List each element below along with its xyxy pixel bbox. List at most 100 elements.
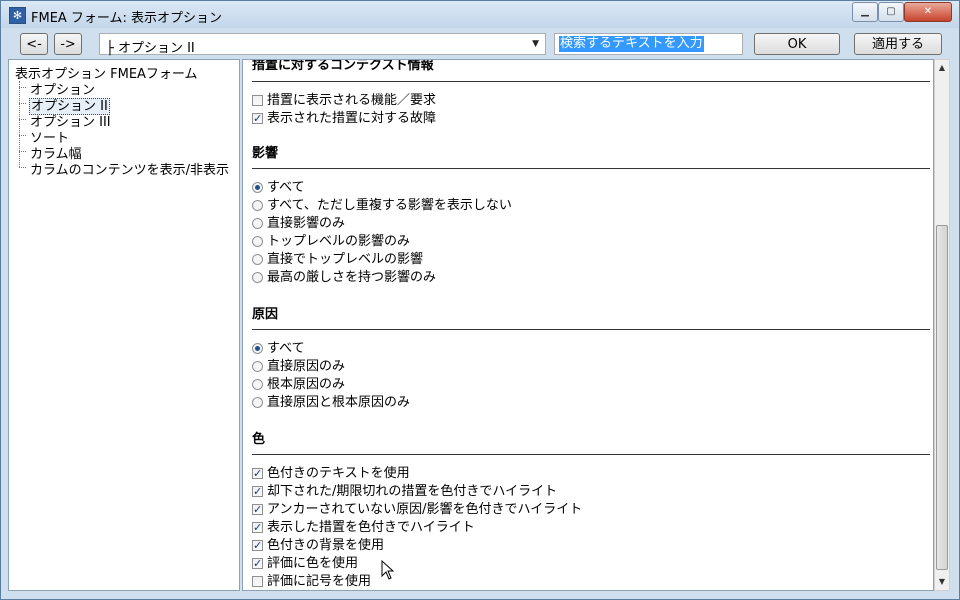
- apply-button[interactable]: 適用する: [854, 33, 942, 55]
- section-divider: [252, 454, 930, 455]
- option-label: すべて: [267, 180, 305, 195]
- section-title-context: 措置に対するコンテクスト情報: [252, 59, 434, 73]
- option-label: 表示された措置に対する故障: [267, 111, 437, 126]
- option-effects-max-severity[interactable]: 最高の厳しさを持つ影響のみ: [252, 269, 436, 287]
- section-title-effects: 影響: [252, 146, 279, 161]
- section-title-causes: 原因: [252, 307, 279, 322]
- option-symbol-ratings[interactable]: 評価に記号を使用: [252, 573, 372, 590]
- search-input[interactable]: 検索するテキストを入力: [554, 33, 743, 55]
- search-input-value: 検索するテキストを入力: [559, 36, 704, 52]
- title-bar: ✻ FMEA フォーム: 表示オプション ▁ ▢ ✕: [1, 1, 959, 28]
- radio-button[interactable]: [252, 272, 263, 283]
- tree-item-label: カラムのコンテンツを表示/非表示: [30, 163, 229, 178]
- tree-connector: [19, 81, 20, 167]
- option-label: 色付きの背景を使用: [267, 538, 385, 553]
- tree-connector: [19, 119, 26, 120]
- option-label: 直接原因のみ: [267, 359, 346, 374]
- section-divider: [252, 81, 930, 82]
- close-icon: ✕: [923, 6, 933, 17]
- scroll-up-icon[interactable]: ▲: [935, 60, 949, 76]
- option-label: 最高の厳しさを持つ影響のみ: [267, 270, 437, 285]
- app-icon: ✻: [9, 7, 26, 24]
- radio-button[interactable]: [252, 361, 263, 372]
- options-tree: 表示オプション FMEAフォーム オプション オプション II オプション II…: [8, 59, 240, 591]
- radio-button[interactable]: [252, 254, 263, 265]
- option-context-failures[interactable]: 表示された措置に対する故障: [252, 110, 436, 128]
- option-color-rejected[interactable]: 却下された/期限切れの措置を色付きでハイライト: [252, 483, 557, 501]
- option-causes-direct[interactable]: 直接原因のみ: [252, 358, 345, 376]
- checkbox[interactable]: [252, 95, 263, 106]
- option-label: 措置に表示される機能／要求: [267, 93, 437, 108]
- radio-button[interactable]: [252, 397, 263, 408]
- section-divider: [252, 168, 930, 169]
- option-label: すべて: [267, 341, 305, 356]
- tree-connector: [19, 151, 26, 152]
- option-label: 評価に記号を使用: [267, 574, 372, 589]
- section-divider: [252, 329, 930, 330]
- option-label: 表示した措置を色付きでハイライト: [267, 520, 475, 535]
- options-panel: 措置に対するコンテクスト情報 措置に表示される機能／要求 表示された措置に対する…: [242, 59, 934, 591]
- option-color-shown-actions[interactable]: 表示した措置を色付きでハイライト: [252, 519, 475, 537]
- option-causes-all[interactable]: すべて: [252, 340, 305, 358]
- option-label: 直接でトップレベルの影響: [267, 252, 424, 267]
- page-combo[interactable]: ├ オプション II ▼: [99, 33, 546, 56]
- option-label: 根本原因のみ: [267, 377, 346, 392]
- radio-button[interactable]: [252, 182, 263, 193]
- checkbox[interactable]: [252, 483, 263, 501]
- option-label: 直接原因と根本原因のみ: [267, 395, 411, 410]
- radio-button[interactable]: [252, 218, 263, 229]
- option-causes-root[interactable]: 根本原因のみ: [252, 376, 345, 394]
- scroll-down-icon[interactable]: ▼: [935, 574, 949, 590]
- option-effects-all[interactable]: すべて: [252, 179, 305, 197]
- scrollbar-thumb[interactable]: [936, 225, 948, 570]
- maximize-icon: ▢: [886, 6, 896, 17]
- radio-button[interactable]: [252, 236, 263, 247]
- option-color-ratings[interactable]: 評価に色を使用: [252, 555, 358, 573]
- chevron-down-icon[interactable]: ▼: [532, 39, 539, 49]
- option-effects-direct-top[interactable]: 直接でトップレベルの影響: [252, 251, 423, 269]
- option-effects-top-level[interactable]: トップレベルの影響のみ: [252, 233, 410, 251]
- close-button[interactable]: ✕: [904, 2, 952, 22]
- option-color-text[interactable]: 色付きのテキストを使用: [252, 465, 410, 483]
- checkbox[interactable]: [252, 555, 263, 573]
- maximize-button[interactable]: ▢: [878, 2, 904, 22]
- tree-connector: [19, 167, 26, 168]
- checkbox[interactable]: [252, 519, 263, 537]
- window-title: FMEA フォーム: 表示オプション: [31, 11, 223, 26]
- mouse-cursor-icon: [381, 560, 395, 580]
- toolbar: <- -> ├ オプション II ▼ 検索するテキストを入力 OK 適用する: [1, 28, 959, 61]
- checkbox[interactable]: [252, 465, 263, 483]
- radio-button[interactable]: [252, 343, 263, 354]
- option-label: すべて、ただし重複する影響を表示しない: [267, 198, 512, 213]
- option-label: アンカーされていない原因/影響を色付きでハイライト: [267, 502, 583, 517]
- tree-connector: [19, 103, 26, 104]
- option-label: 色付きのテキストを使用: [267, 466, 410, 481]
- ok-button[interactable]: OK: [754, 33, 840, 55]
- tree-connector: [19, 87, 26, 88]
- checkbox[interactable]: [252, 501, 263, 519]
- radio-button[interactable]: [252, 379, 263, 390]
- checkbox[interactable]: [252, 576, 263, 587]
- option-causes-direct-root[interactable]: 直接原因と根本原因のみ: [252, 394, 410, 412]
- option-context-functions[interactable]: 措置に表示される機能／要求: [252, 92, 436, 110]
- option-label: 却下された/期限切れの措置を色付きでハイライト: [267, 484, 558, 499]
- page-combo-value: ├ オプション II: [106, 41, 195, 56]
- radio-button[interactable]: [252, 200, 263, 211]
- section-title-color: 色: [252, 432, 266, 447]
- option-effects-direct[interactable]: 直接影響のみ: [252, 215, 345, 233]
- option-label: トップレベルの影響のみ: [267, 234, 411, 249]
- option-color-background[interactable]: 色付きの背景を使用: [252, 537, 384, 555]
- option-effects-no-duplicates[interactable]: すべて、ただし重複する影響を表示しない: [252, 197, 512, 215]
- back-button[interactable]: <-: [20, 33, 48, 55]
- vertical-scrollbar[interactable]: ▲ ▼: [934, 59, 950, 591]
- tree-connector: [19, 135, 26, 136]
- minimize-button[interactable]: ▁: [852, 2, 878, 22]
- checkbox[interactable]: [252, 110, 263, 128]
- tree-item-column-visibility[interactable]: カラムのコンテンツを表示/非表示: [29, 159, 230, 178]
- option-color-unanchored[interactable]: アンカーされていない原因/影響を色付きでハイライト: [252, 501, 582, 519]
- option-label: 直接影響のみ: [267, 216, 346, 231]
- minimize-icon: ▁: [861, 6, 869, 17]
- option-label: 評価に色を使用: [267, 556, 359, 571]
- checkbox[interactable]: [252, 537, 263, 555]
- forward-button[interactable]: ->: [54, 33, 82, 55]
